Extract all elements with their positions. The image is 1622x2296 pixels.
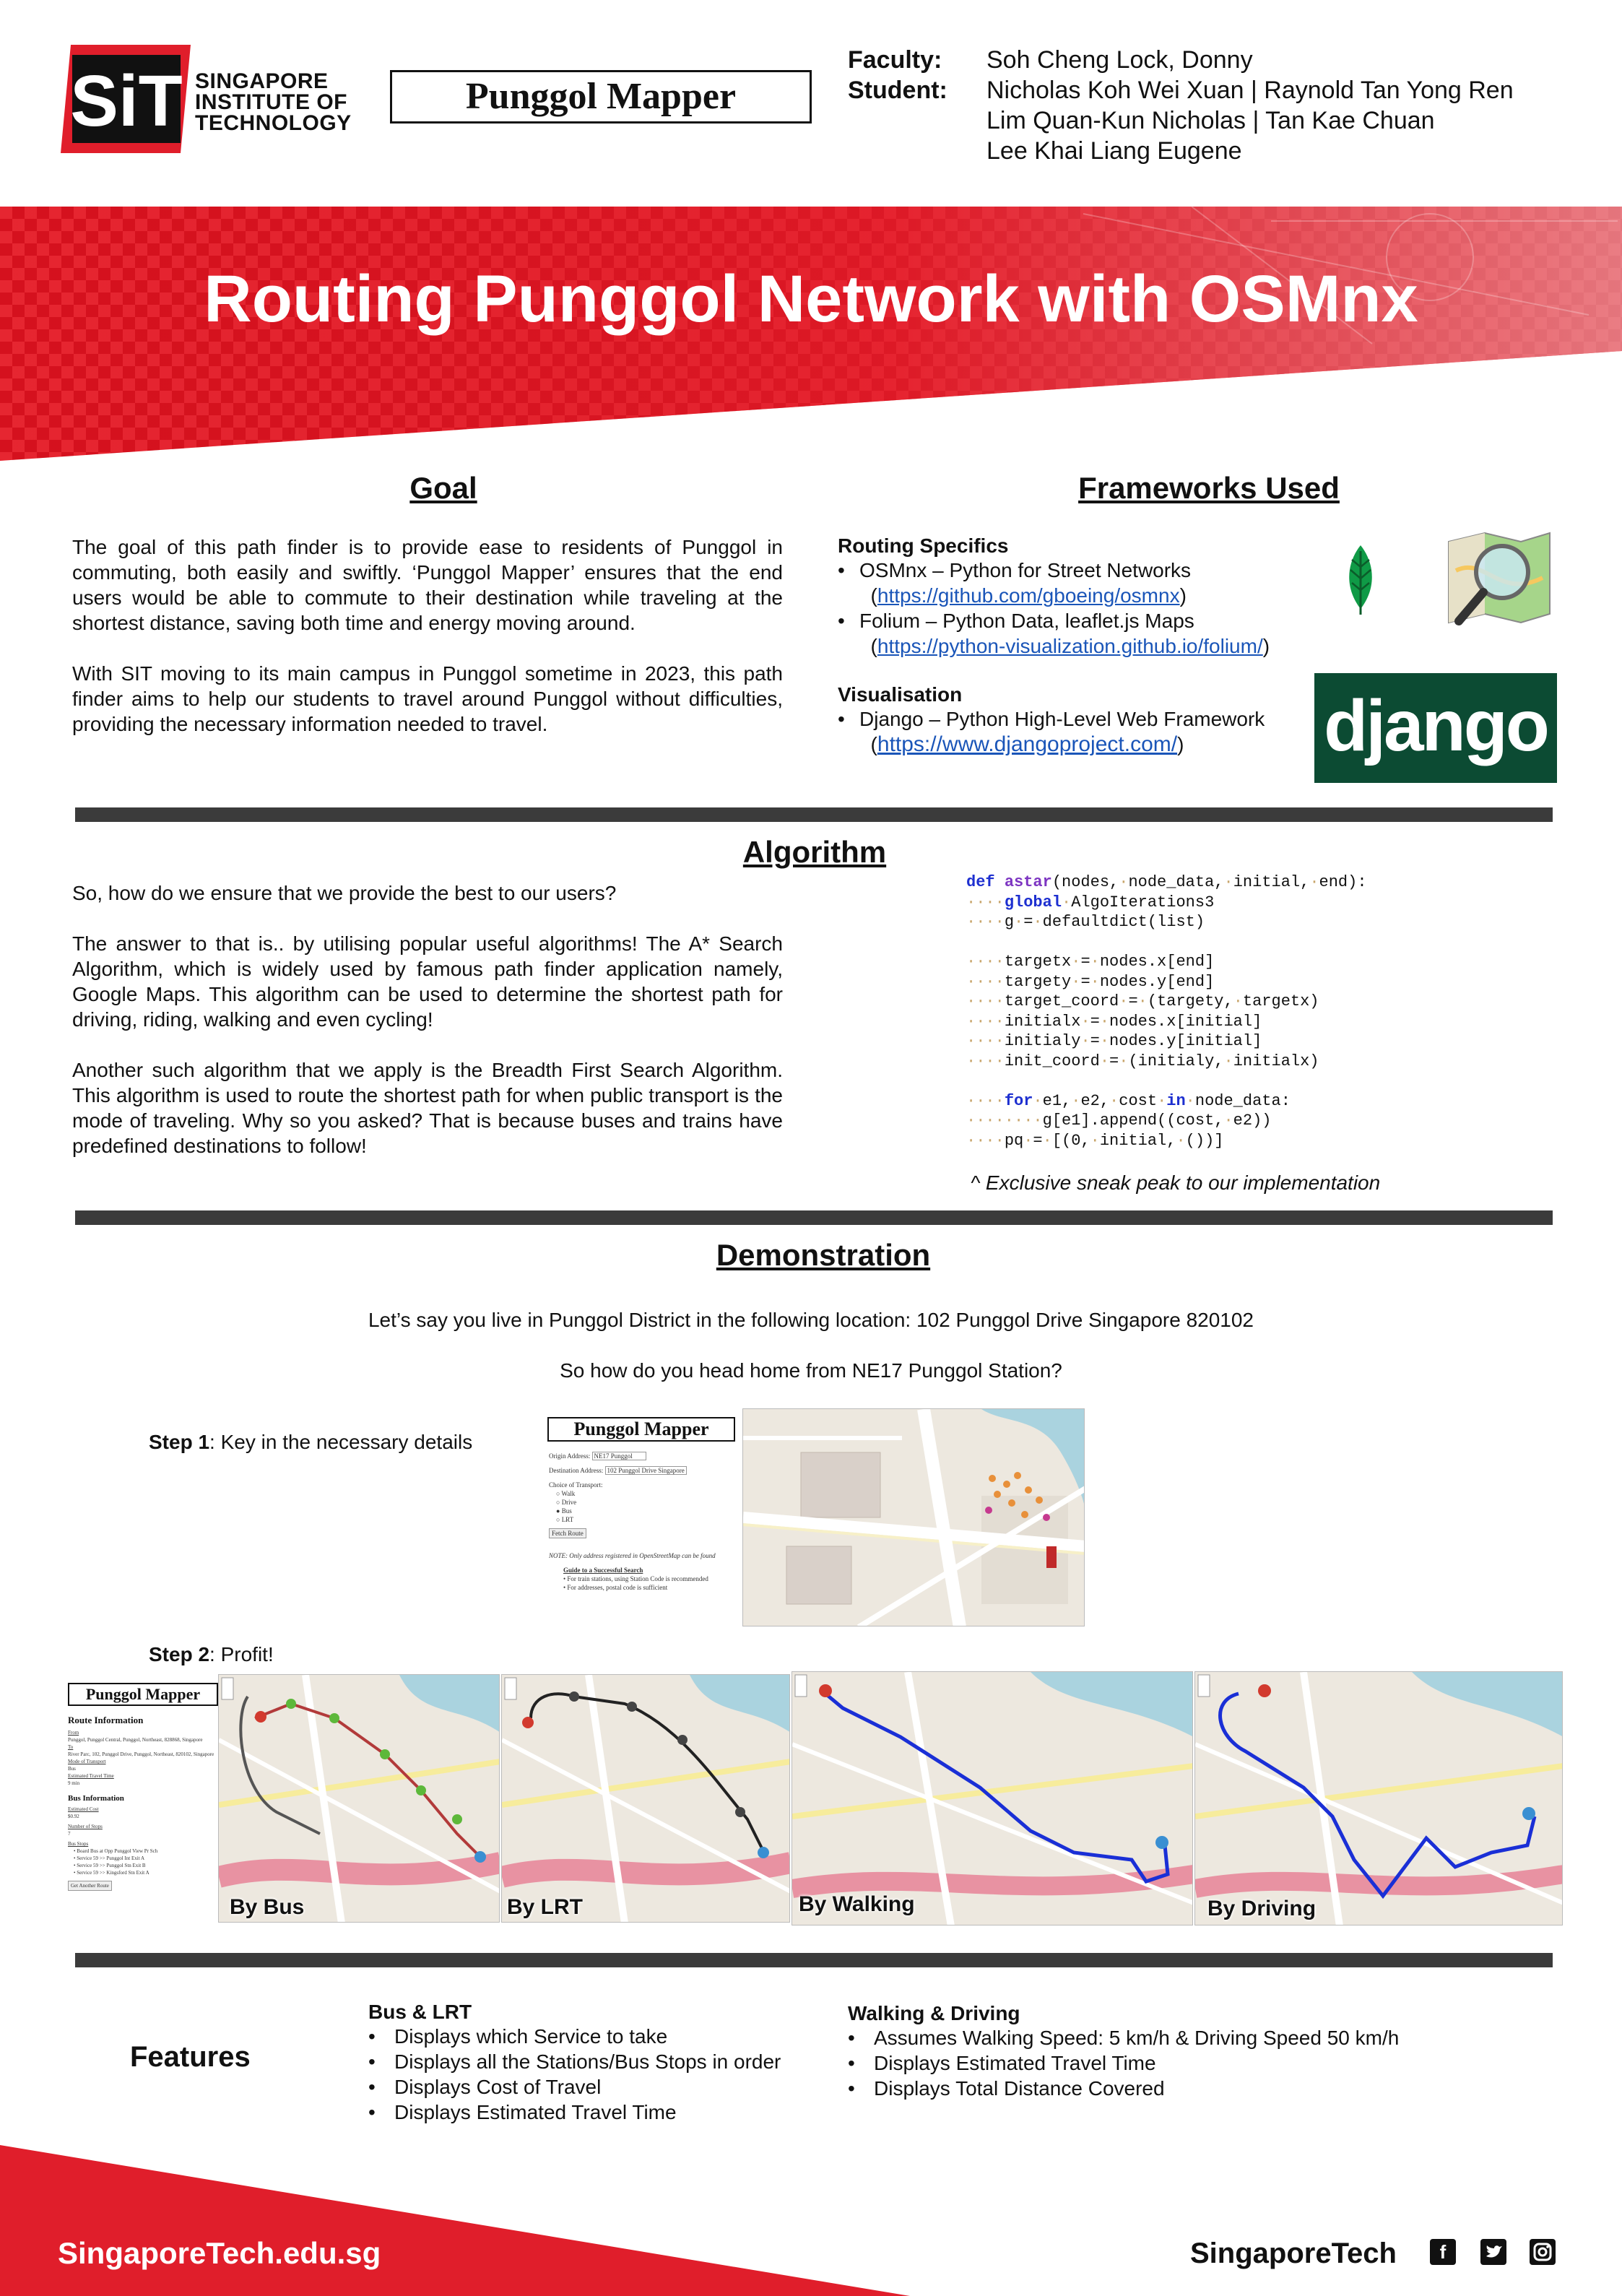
footer-website[interactable]: SingaporeTech.edu.sg xyxy=(58,2236,381,2271)
code-caption: ^ Exclusive sneak peak to our implementa… xyxy=(971,1171,1381,1194)
feature-item: Displays Total Distance Covered xyxy=(848,2076,1498,2101)
goal-paragraph: With SIT moving to its main campus in Pu… xyxy=(72,662,783,735)
input-form-screenshot: Punggol Mapper Origin Address: NE17 Pung… xyxy=(543,1414,740,1624)
caption-by-walking: By Walking xyxy=(799,1892,915,1916)
twitter-icon[interactable] xyxy=(1480,2239,1506,2265)
algorithm-paragraph: So, how do we ensure that we provide the… xyxy=(72,882,617,904)
framework-item-folium: Folium – Python Data, leaflet.js Maps (h… xyxy=(838,608,1300,659)
radio-lrt[interactable]: ○ LRT xyxy=(556,1515,735,1524)
guide-item: • For addresses, postal code is sufficie… xyxy=(563,1584,668,1591)
footer-brand: SingaporeTech xyxy=(1190,2237,1397,2269)
student-label: Student: xyxy=(848,77,947,104)
radio-drive[interactable]: ○ Drive xyxy=(556,1498,735,1507)
django-link[interactable]: https://www.djangoproject.com/ xyxy=(877,732,1177,756)
transport-label: Choice of Transport: xyxy=(549,1481,603,1489)
goal-heading: Goal xyxy=(409,471,477,505)
origin-field[interactable]: Origin Address: NE17 Punggol xyxy=(549,1452,735,1460)
faculty-label: Faculty: xyxy=(848,46,942,74)
bus-info-lines: Estimated Cost $0.92 Number of Stops 7 B… xyxy=(68,1806,158,1876)
footer-band xyxy=(0,2145,1622,2296)
form-title: Punggol Mapper xyxy=(547,1417,735,1442)
folium-link[interactable]: https://python-visualization.github.io/f… xyxy=(877,635,1263,657)
osmnx-leaf-icon xyxy=(1343,545,1378,618)
guide-item: • For train stations, using Station Code… xyxy=(563,1575,708,1582)
guide-title: Guide to a Successful Search xyxy=(563,1567,643,1574)
osmnx-link[interactable]: https://github.com/gboeing/osmnx xyxy=(877,584,1180,607)
goal-paragraph: The goal of this path finder is to provi… xyxy=(72,536,783,634)
caption-by-bus: By Bus xyxy=(230,1895,305,1919)
feature-item: Displays Cost of Travel xyxy=(368,2074,830,2100)
route-info-heading: Route Information xyxy=(68,1715,144,1725)
framework-item-django: Django – Python High-Level Web Framework… xyxy=(838,706,1300,757)
radio-walk[interactable]: ○ Walk xyxy=(556,1489,735,1498)
feature-item: Displays Estimated Travel Time xyxy=(368,2100,830,2125)
caption-by-lrt: By LRT xyxy=(507,1895,583,1919)
features-label: Features xyxy=(130,2041,251,2073)
demo-intro-line: Let’s say you live in Punggol District i… xyxy=(368,1309,1254,1331)
algorithm-paragraph: Another such algorithm that we apply is … xyxy=(72,1059,783,1157)
app-title: Punggol Mapper xyxy=(390,70,812,124)
algorithm-text: So, how do we ensure that we provide the… xyxy=(72,880,783,1184)
django-logo: django xyxy=(1314,673,1557,783)
step1-text: Step 1: Key in the necessary details xyxy=(149,1431,473,1453)
frameworks-list: Routing Specifics OSMnx – Python for Str… xyxy=(838,534,1300,757)
section-divider xyxy=(75,807,1553,822)
frameworks-heading: Frameworks Used xyxy=(1078,471,1340,505)
faculty-name: Soh Cheng Lock, Donny xyxy=(986,46,1253,74)
route-panel-title: Punggol Mapper xyxy=(68,1683,218,1706)
features-walking-driving: Walking & Driving Assumes Walking Speed:… xyxy=(848,2002,1498,2101)
route-info-lines: From Punggol, Punggol Central, Punggol, … xyxy=(68,1730,214,1786)
visualisation-title: Visualisation xyxy=(838,683,963,706)
student-line: Nicholas Koh Wei Xuan | Raynold Tan Yong… xyxy=(986,77,1514,104)
goal-text: The goal of this path finder is to provi… xyxy=(72,534,783,762)
demonstration-heading: Demonstration xyxy=(716,1238,931,1272)
map-by-driving xyxy=(1194,1671,1563,1925)
sit-logo: SiT xyxy=(61,45,191,153)
feature-item: Displays which Service to take xyxy=(368,2024,830,2049)
feature-item: Displays Estimated Travel Time xyxy=(848,2050,1498,2076)
demo-question-line: So how do you head home from NE17 Punggo… xyxy=(560,1359,1062,1382)
student-line: Lee Khai Liang Eugene xyxy=(986,137,1242,165)
step2-text: Step 2: Profit! xyxy=(149,1643,274,1665)
map-by-bus xyxy=(218,1674,500,1923)
features-bus-lrt: Bus & LRT Displays which Service to take… xyxy=(368,2001,830,2125)
get-another-route-button[interactable]: Get Another Route xyxy=(68,1881,112,1891)
bus-info-heading: Bus Information xyxy=(68,1794,124,1803)
route-info-panel: Punggol Mapper Route Information From Pu… xyxy=(68,1683,218,1921)
fetch-route-button[interactable]: Fetch Route xyxy=(549,1528,586,1538)
logo-mark: SiT xyxy=(70,61,183,142)
algorithm-heading: Algorithm xyxy=(742,835,887,869)
form-note: NOTE: Only address registered in OpenStr… xyxy=(549,1552,716,1559)
section-divider xyxy=(75,1210,1553,1225)
feature-item: Displays all the Stations/Bus Stops in o… xyxy=(368,2049,830,2074)
radio-bus[interactable]: ● Bus xyxy=(556,1507,735,1515)
student-line: Lim Quan-Kun Nicholas | Tan Kae Chuan xyxy=(986,107,1435,134)
facebook-icon[interactable]: f xyxy=(1430,2239,1456,2265)
routing-specifics-title: Routing Specifics xyxy=(838,534,1009,557)
feature-item: Assumes Walking Speed: 5 km/h & Driving … xyxy=(848,2025,1498,2050)
map-by-lrt xyxy=(501,1674,790,1923)
features-col2-title: Walking & Driving xyxy=(848,2002,1020,2024)
features-col1-title: Bus & LRT xyxy=(368,2001,472,2023)
instagram-icon[interactable] xyxy=(1530,2239,1556,2265)
logo-wordmark: SINGAPORE INSTITUTE OF TECHNOLOGY xyxy=(195,69,352,135)
poster-title: Routing Punggol Network with OSMnx xyxy=(204,262,1418,336)
caption-by-driving: By Driving xyxy=(1207,1897,1317,1920)
map-by-walking xyxy=(792,1671,1193,1925)
openstreetmap-icon xyxy=(1441,527,1554,636)
section-divider xyxy=(75,1953,1553,1967)
algorithm-paragraph: The answer to that is.. by utilising pop… xyxy=(72,932,783,1031)
team-list: Faculty: Soh Cheng Lock, Donny Student: Ni… xyxy=(848,45,1514,166)
destination-field[interactable]: Destination Address: 102 Punggol Drive S… xyxy=(549,1466,735,1475)
location-map-screenshot xyxy=(742,1408,1085,1626)
framework-item-osmnx: OSMnx – Python for Street Networks (http… xyxy=(838,558,1300,608)
code-snippet: def astar(nodes,·node_data,·initial,·end… xyxy=(966,872,1414,1161)
